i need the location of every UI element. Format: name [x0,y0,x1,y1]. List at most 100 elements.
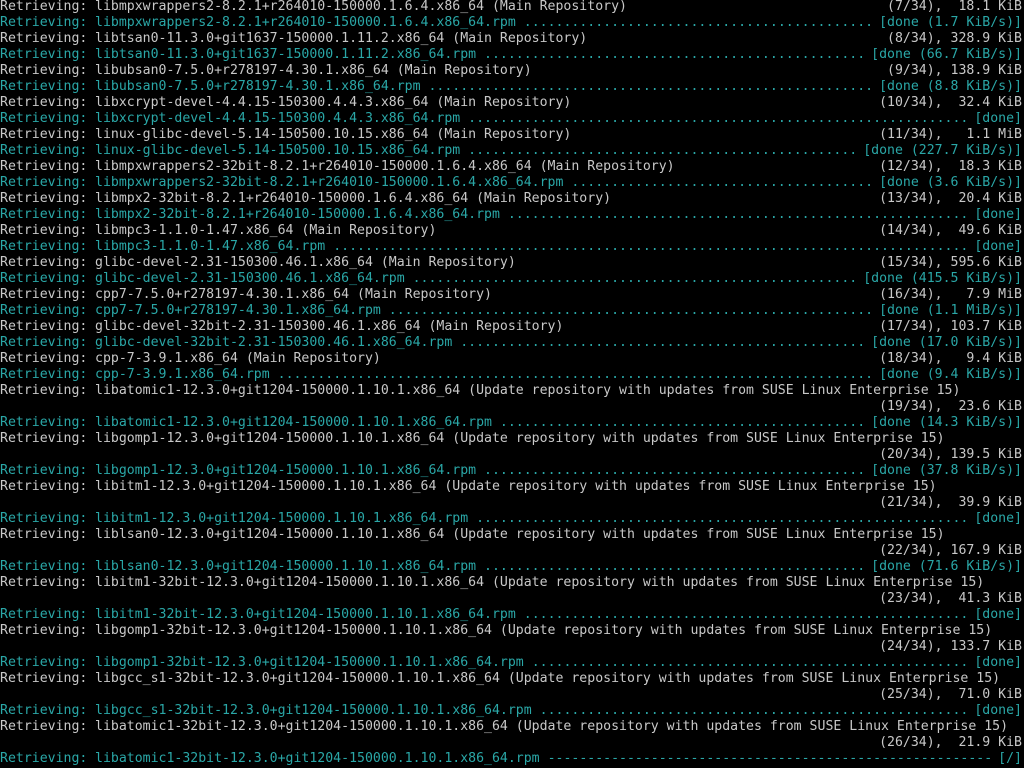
retrieving-prefix: Retrieving: [0,127,88,142]
terminal-line-download: Retrieving: linux-glibc-devel-5.14-150500… [0,143,1024,159]
retrieving-prefix: Retrieving: [0,191,88,206]
download-done-status: [done] [974,655,1022,670]
package-file: libatomic1-12.3.0+git1204-150000.1.10.1.… [95,415,500,430]
retrieving-prefix: Retrieving: [0,47,88,62]
terminal-line-download: Retrieving: libtsan0-11.3.0+git1637-15000… [0,47,1024,63]
terminal-line-retrieve: Retrieving: libmpxwrappers2-32bit-8.2.1+r… [0,159,1024,175]
terminal-line-retrieve: Retrieving: libmpc3-1.1.0-1.47.x86_64 (Ma… [0,223,1024,239]
terminal-line-retrieve: Retrieving: glibc-devel-32bit-2.31-150300… [0,319,1024,335]
terminal-line-download: Retrieving: libxcrypt-devel-4.4.15-150300… [0,111,1024,127]
package-file: libmpc3-1.1.0-1.47.x86_64.rpm [95,239,334,254]
download-done-status: [done] [974,239,1022,254]
terminal-line-download: Retrieving: libgcc_s1-32bit-12.3.0+git120… [0,703,1024,719]
download-size-status: (12/34), 18.3 KiB [879,159,1022,174]
dot-leader: ...................................... [571,175,874,190]
terminal-line-retrieve: Retrieving: libgcc_s1-32bit-12.3.0+git120… [0,671,1024,687]
package-name: libitm1-12.3.0+git1204-150000.1.10.1.x86… [95,479,937,494]
download-done-status: [done] [974,111,1022,126]
package-name: liblsan0-12.3.0+git1204-150000.1.10.1.x8… [95,527,945,542]
download-size-status: (13/34), 20.4 KiB [879,191,1022,206]
download-done-status: [done (66.7 KiB/s)] [871,47,1022,62]
retrieving-prefix: Retrieving: [0,479,88,494]
terminal-line-size: (25/34), 71.0 KiB [0,687,1024,703]
retrieving-prefix: Retrieving: [0,319,88,334]
download-done-status: [done (71.6 KiB/s)] [871,559,1022,574]
dot-leader: ........................................… [333,239,969,254]
download-size-status: (14/34), 49.6 KiB [879,223,1022,238]
package-file: cpp-7-3.9.1.x86_64.rpm [95,367,278,382]
download-done-status: [done] [974,607,1022,622]
terminal-line-size: (20/34), 139.5 KiB [0,447,1024,463]
download-size-status: (10/34), 32.4 KiB [879,95,1022,110]
package-name: glibc-devel-32bit-2.31-150300.46.1.x86_6… [95,319,564,334]
dot-leader: ........................................… [460,335,866,350]
download-size-status: (17/34), 103.7 KiB [879,319,1022,334]
package-name: cpp7-7.5.0+r278197-4.30.1.x86_64 (Main R… [95,287,492,302]
terminal-line-size: (21/34), 39.9 KiB [0,495,1024,511]
package-name: libxcrypt-devel-4.4.15-150300.4.4.3.x86_… [95,95,572,110]
dot-leader: ........................................… [428,79,874,94]
terminal-line-size: (19/34), 23.6 KiB [0,399,1024,415]
terminal-line-retrieve: Retrieving: libitm1-32bit-12.3.0+git1204-… [0,575,1024,591]
package-file: glibc-devel-32bit-2.31-150300.46.1.x86_6… [95,335,461,350]
download-done-status: [done] [974,511,1022,526]
dot-leader: ........................................… [388,303,874,318]
dot-leader: ........................................… [523,15,874,30]
retrieving-prefix: Retrieving: [0,703,88,718]
package-name: libgomp1-12.3.0+git1204-150000.1.10.1.x8… [95,431,945,446]
terminal-line-retrieve: Retrieving: libtsan0-11.3.0+git1637-15000… [0,31,1024,47]
retrieving-prefix: Retrieving: [0,527,88,542]
retrieving-prefix: Retrieving: [0,383,88,398]
retrieving-prefix: Retrieving: [0,239,88,254]
terminal-line-retrieve: Retrieving: libmpxwrappers2-8.2.1+r264010… [0,0,1024,15]
package-name: libgcc_s1-32bit-12.3.0+git1204-150000.1.… [95,671,1001,686]
terminal-line-retrieve: Retrieving: libxcrypt-devel-4.4.15-150300… [0,95,1024,111]
retrieving-prefix: Retrieving: [0,607,88,622]
package-file: libmpxwrappers2-32bit-8.2.1+r264010-1500… [95,175,572,190]
download-done-status: [done (9.4 KiB/s)] [879,367,1022,382]
retrieving-prefix: Retrieving: [0,463,88,478]
package-name: libgomp1-32bit-12.3.0+git1204-150000.1.1… [95,623,993,638]
retrieving-prefix: Retrieving: [0,143,88,158]
terminal-line-size: (23/34), 41.3 KiB [0,591,1024,607]
download-done-status: [done (1.1 MiB/s)] [879,303,1022,318]
package-file: libgcc_s1-32bit-12.3.0+git1204-150000.1.… [95,703,540,718]
package-file: liblsan0-12.3.0+git1204-150000.1.10.1.x8… [95,559,485,574]
download-done-status: [done] [974,207,1022,222]
dot-leader: ........................................… [468,143,858,158]
retrieving-prefix: Retrieving: [0,0,88,14]
package-name: libatomic1-32bit-12.3.0+git1204-150000.1… [95,719,1009,734]
terminal-line-download: Retrieving: libubsan0-7.5.0+r278197-4.30.… [0,79,1024,95]
download-size-status: (25/34), 71.0 KiB [879,687,1022,702]
package-file: cpp7-7.5.0+r278197-4.30.1.x86_64.rpm [95,303,389,318]
retrieving-prefix: Retrieving: [0,511,88,526]
package-file: libitm1-32bit-12.3.0+git1204-150000.1.10… [95,607,524,622]
dot-leader: ........................................… [523,607,969,622]
retrieving-prefix: Retrieving: [0,15,88,30]
retrieving-prefix: Retrieving: [0,351,88,366]
package-name: libmpc3-1.1.0-1.47.x86_64 (Main Reposito… [95,223,437,238]
terminal-line-retrieve: Retrieving: glibc-devel-2.31-150300.46.1.… [0,255,1024,271]
terminal-line-retrieve: Retrieving: libgomp1-12.3.0+git1204-15000… [0,431,1024,447]
terminal-line-download: Retrieving: liblsan0-12.3.0+git1204-15000… [0,559,1024,575]
terminal-screen: Retrieving: libmpxwrappers2-8.2.1+r264010… [0,0,1024,768]
terminal-line-download: Retrieving: libatomic1-12.3.0+git1204-150… [0,415,1024,431]
retrieving-prefix: Retrieving: [0,95,88,110]
download-size-status: (11/34), 1.1 MiB [879,127,1022,142]
retrieving-prefix: Retrieving: [0,751,88,766]
retrieving-prefix: Retrieving: [0,31,88,46]
package-file: libgomp1-12.3.0+git1204-150000.1.10.1.x8… [95,463,485,478]
download-size-status: (21/34), 39.9 KiB [879,495,1022,510]
package-file: libtsan0-11.3.0+git1637-150000.1.11.2.x8… [95,47,485,62]
terminal-line-download: Retrieving: glibc-devel-32bit-2.31-150300… [0,335,1024,351]
retrieving-prefix: Retrieving: [0,719,88,734]
terminal-line-retrieve: Retrieving: liblsan0-12.3.0+git1204-15000… [0,527,1024,543]
terminal-line-retrieve: Retrieving: libgomp1-32bit-12.3.0+git1204… [0,623,1024,639]
package-file: libxcrypt-devel-4.4.15-150300.4.4.3.x86_… [95,111,469,126]
download-done-status: [done (1.7 KiB/s)] [879,15,1022,30]
package-name: libmpxwrappers2-8.2.1+r264010-150000.1.6… [95,0,627,14]
retrieving-prefix: Retrieving: [0,79,88,94]
retrieving-prefix: Retrieving: [0,415,88,430]
download-done-status: [done (415.5 KiB/s)] [863,271,1022,286]
terminal-line-retrieve: Retrieving: linux-glibc-devel-5.14-150500… [0,127,1024,143]
